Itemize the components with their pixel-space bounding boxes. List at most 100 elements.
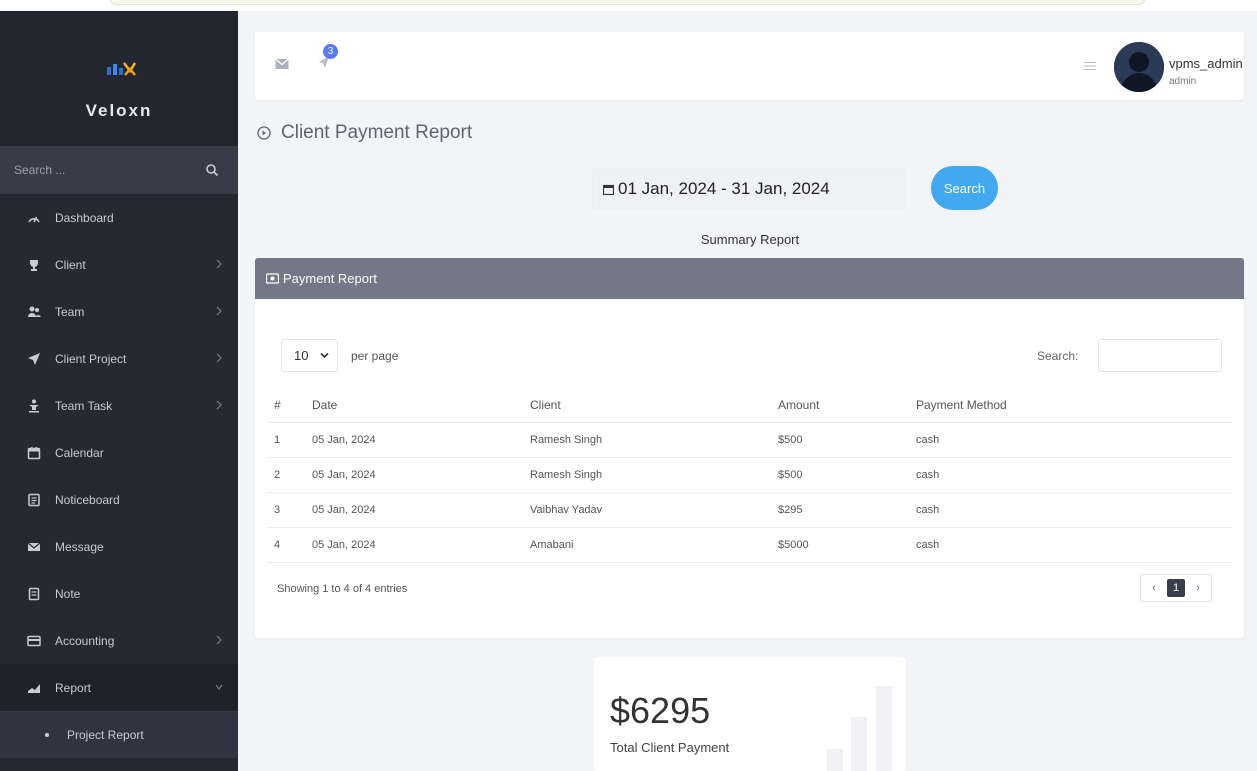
send-icon — [28, 352, 40, 365]
per-page-select[interactable]: 10 — [281, 339, 338, 372]
sidebar-item-team-task[interactable]: Team Task — [0, 382, 238, 429]
bullet-icon — [45, 732, 49, 737]
user-name[interactable]: vpms_admin — [1169, 56, 1243, 71]
date-range-picker[interactable]: 01 Jan, 2024 - 31 Jan, 2024 — [592, 168, 906, 210]
sidebar-item-report[interactable]: Report — [0, 664, 238, 711]
page-title-text: Client Payment Report — [281, 122, 473, 143]
sidebar-item-team[interactable]: Team — [0, 288, 238, 335]
sidebar-search — [0, 146, 238, 194]
card-icon — [27, 635, 41, 646]
search-button[interactable]: Search — [931, 166, 998, 210]
calendar-icon — [27, 446, 41, 459]
sidebar-item-label: Note — [55, 586, 81, 601]
cell-date: 05 Jan, 2024 — [312, 422, 530, 458]
sidebar-search-input[interactable] — [0, 146, 238, 194]
sidebar-item-label: Report — [55, 680, 92, 695]
notification-badge: 3 — [323, 44, 338, 59]
sidebar-item-label: Client — [55, 257, 86, 272]
sidebar-menu: Dashboard Client Team Client Project Tea… — [0, 194, 238, 758]
sidebar-item-accounting[interactable]: Accounting — [0, 617, 238, 664]
pagination-page-1[interactable]: 1 — [1167, 579, 1185, 597]
sidebar-subitem-label: Project Report — [67, 727, 144, 742]
avatar[interactable] — [1114, 42, 1164, 92]
search-icon[interactable] — [205, 163, 219, 177]
per-page-control: 10 per page — [281, 339, 398, 372]
users-icon — [28, 306, 41, 317]
cell-amount: $500 — [778, 422, 916, 458]
chevron-down-icon — [215, 684, 223, 690]
table-row: 4 05 Jan, 2024 Amabani $5000 cash — [267, 527, 1232, 563]
cell-client: Ramesh Singh — [530, 457, 778, 493]
column-header-client[interactable]: Client — [530, 388, 778, 423]
cell-payment-method: cash — [916, 457, 1232, 493]
user-role: admin — [1169, 76, 1197, 87]
area-chart-icon — [28, 683, 40, 693]
total-payment-card: $6295 Total Client Payment — [594, 657, 906, 771]
cell-client: Ramesh Singh — [530, 422, 778, 458]
payment-report-title: Payment Report — [283, 271, 377, 286]
brand: Veloxn — [0, 11, 238, 146]
pagination-prev-button[interactable]: ‹ — [1141, 575, 1167, 601]
table-row: 2 05 Jan, 2024 Ramesh Singh $500 cash — [267, 457, 1232, 493]
cell-date: 05 Jan, 2024 — [312, 492, 530, 528]
payment-report-card: Payment Report 10 per page Search: # Dat… — [255, 258, 1244, 638]
cell-payment-method: cash — [916, 422, 1232, 458]
cell-number: 2 — [267, 457, 312, 493]
total-payment-amount: $6295 — [610, 690, 711, 731]
cell-amount: $295 — [778, 492, 916, 528]
cell-amount: $500 — [778, 457, 916, 493]
sidebar-subitem-project-report[interactable]: Project Report — [0, 711, 238, 758]
hamburger-menu-icon[interactable] — [1084, 61, 1096, 71]
cell-amount: $5000 — [778, 527, 916, 563]
mail-icon[interactable] — [275, 58, 289, 70]
cell-date: 05 Jan, 2024 — [312, 527, 530, 563]
sidebar-item-label: Team Task — [55, 398, 113, 413]
cell-client: Amabani — [530, 527, 778, 563]
column-header-number[interactable]: # — [267, 388, 312, 423]
person-icon — [29, 399, 39, 412]
table-header-row: # Date Client Amount Payment Method — [267, 388, 1232, 423]
sidebar-item-message[interactable]: Message — [0, 523, 238, 570]
trophy-icon — [30, 259, 38, 271]
clipboard-icon — [28, 493, 40, 506]
chevron-right-icon — [216, 353, 222, 363]
column-header-amount[interactable]: Amount — [778, 388, 916, 423]
pagination-next-button[interactable]: › — [1185, 575, 1211, 601]
chevron-right-icon — [216, 259, 222, 269]
user-silhouette-icon — [1114, 42, 1164, 92]
gauge-icon — [28, 216, 40, 222]
table-search-input[interactable] — [1098, 339, 1222, 372]
summary-heading: Summary Report — [700, 232, 800, 247]
note-icon — [28, 587, 40, 600]
money-icon — [266, 273, 279, 284]
cell-payment-method: cash — [916, 527, 1232, 563]
cell-payment-method: cash — [916, 492, 1232, 528]
sidebar-item-note[interactable]: Note — [0, 570, 238, 617]
per-page-label: per page — [351, 348, 399, 363]
circle-arrow-icon — [257, 126, 271, 140]
entries-info: Showing 1 to 4 of 4 entries — [277, 583, 408, 595]
sidebar-item-client[interactable]: Client — [0, 241, 238, 288]
sidebar-item-label: Accounting — [55, 633, 115, 648]
chevron-right-icon — [216, 306, 222, 316]
bar-chart-icon — [827, 686, 892, 771]
table-search-label: Search: — [1037, 349, 1079, 363]
sidebar-item-calendar[interactable]: Calendar — [0, 429, 238, 476]
chevron-right-icon — [216, 635, 222, 645]
sidebar-item-dashboard[interactable]: Dashboard — [0, 194, 238, 241]
cell-date: 05 Jan, 2024 — [312, 457, 530, 493]
top-header: 3 vpms_admin admin — [255, 32, 1244, 100]
mail-icon — [27, 542, 41, 551]
column-header-payment-method[interactable]: Payment Method — [916, 388, 1232, 423]
column-header-date[interactable]: Date — [312, 388, 530, 423]
brand-name: Veloxn — [85, 101, 153, 120]
top-strip-bar — [110, 0, 1145, 5]
chevron-right-icon — [216, 400, 222, 410]
sidebar-item-noticeboard[interactable]: Noticeboard — [0, 476, 238, 523]
chevron-down-icon — [320, 352, 329, 359]
sidebar-item-label: Message — [55, 539, 104, 554]
sidebar-item-client-project[interactable]: Client Project — [0, 335, 238, 382]
per-page-value: 10 — [294, 348, 309, 363]
table-row: 3 05 Jan, 2024 Vaibhav Yadav $295 cash — [267, 492, 1232, 528]
browser-top-strip — [0, 0, 1257, 11]
